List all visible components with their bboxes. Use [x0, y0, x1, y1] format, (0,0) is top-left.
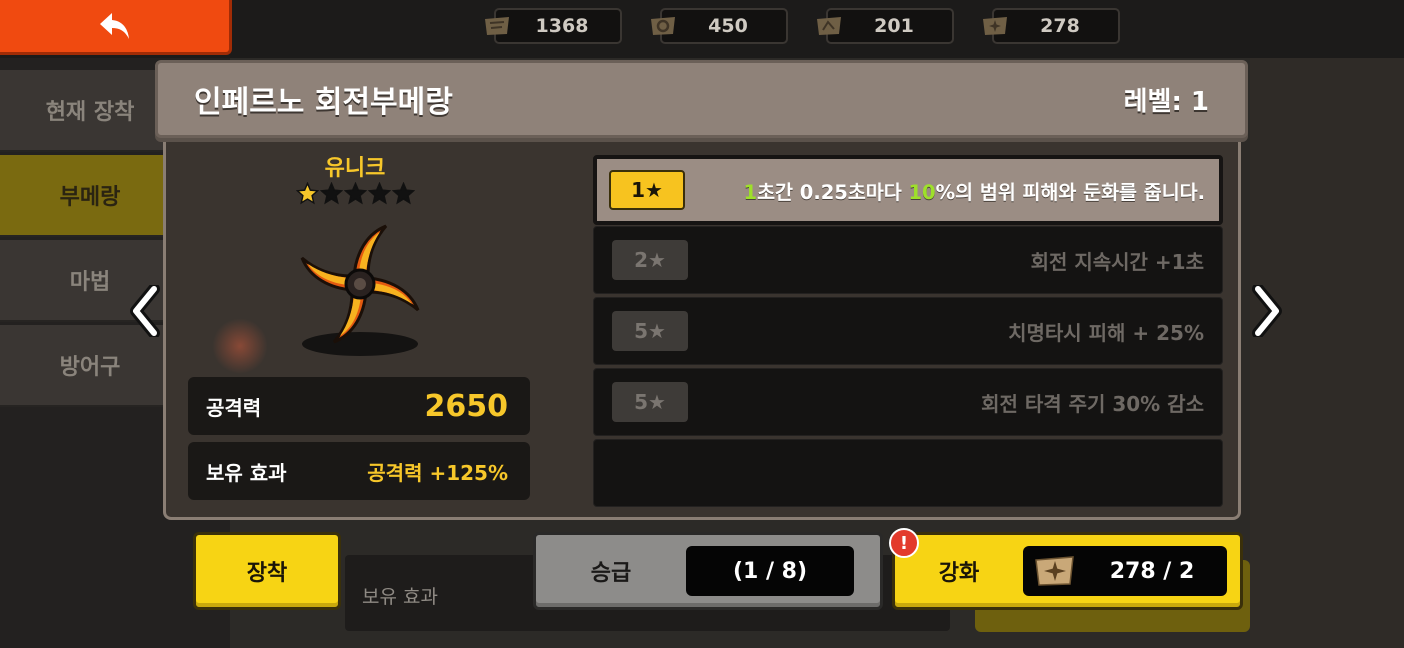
side-tab-label: 방어구 — [59, 355, 121, 380]
star-icon — [296, 182, 319, 205]
scroll-icon — [485, 17, 509, 35]
star-rating — [296, 182, 415, 205]
ability-star-badge: 1★ — [609, 170, 685, 210]
equip-label: 장착 — [246, 561, 288, 586]
enhance-cost-text: 278 / 2 — [1109, 558, 1195, 584]
side-tab-label: 마법 — [69, 270, 111, 295]
ability-description: 회전 지속시간 +1초 — [1030, 249, 1204, 274]
ability-row-empty — [593, 439, 1223, 507]
resource-scroll: 1368 — [485, 8, 622, 44]
enhance-label: 강화 — [938, 561, 980, 586]
side-tab-label: 현재 장착 — [45, 100, 135, 125]
ability-duration: 1 — [743, 180, 758, 204]
promote-label: 승급 — [590, 561, 632, 586]
enhance-cost: 278 / 2 — [1023, 546, 1227, 596]
popup-header: 인페르노 회전부메랑 레벨: 1 — [155, 60, 1248, 138]
resource-boomerang-scroll: 278 — [983, 8, 1120, 44]
item-level: 레벨: 1 — [1123, 86, 1209, 117]
star-icon — [320, 182, 343, 205]
ability-row: 2★ 회전 지속시간 +1초 — [593, 226, 1223, 294]
ability-row: 5★ 회전 타격 주기 30% 감소 — [593, 368, 1223, 436]
rarity-label: 유니크 — [324, 156, 386, 181]
next-item-arrow-icon[interactable] — [1250, 285, 1284, 337]
inferno-boomerang-icon — [300, 224, 420, 356]
item-title: 인페르노 회전부메랑 — [194, 85, 453, 120]
side-tab-armor[interactable]: 방어구 — [0, 325, 180, 407]
promote-button[interactable]: 승급 (1 / 8) — [533, 532, 883, 610]
ability-star-badge: 2★ — [612, 240, 688, 280]
ability-row: 1★ 1초간 0.25초마다 10%의 범위 피해와 둔화를 줍니다. — [593, 155, 1223, 225]
star-icon — [392, 182, 415, 205]
side-tab-boomerang[interactable]: 부메랑 — [0, 155, 180, 237]
hold-effect-label: 보유 효과 — [206, 460, 287, 485]
resource-value: 1368 — [535, 15, 589, 37]
hold-effect-value: 공격력 +125% — [367, 460, 508, 485]
star-icon — [368, 182, 391, 205]
hold-effect-stat: 보유 효과 공격력 +125% — [188, 442, 530, 500]
glow-effect — [212, 318, 268, 374]
ability-description: 치명타시 피해 + 25% — [1008, 320, 1204, 345]
resource-ring: 450 — [651, 8, 788, 44]
prev-item-arrow-icon[interactable] — [128, 285, 162, 337]
resource-value: 201 — [874, 15, 914, 37]
alert-icon: ! — [889, 528, 919, 558]
map-icon — [817, 17, 841, 35]
side-tab-current-equipment[interactable]: 현재 장착 — [0, 70, 180, 152]
ability-text: %의 범위 피해와 둔화를 줍니다. — [935, 180, 1205, 204]
ability-text: 초간 0.25초마다 — [757, 180, 909, 204]
star-icon — [344, 182, 367, 205]
boomerang-scroll-icon — [983, 17, 1007, 35]
attack-value: 2650 — [424, 388, 509, 424]
boomerang-scroll-icon — [1035, 556, 1074, 586]
ability-description: 회전 타격 주기 30% 감소 — [981, 391, 1204, 416]
ring-icon — [651, 17, 675, 35]
equip-button[interactable]: 장착 — [193, 532, 341, 610]
attack-stat: 공격력 2650 — [188, 377, 530, 435]
enhance-button[interactable]: 강화 278 / 2 — [892, 532, 1243, 610]
ability-star-badge: 5★ — [612, 311, 688, 351]
promote-progress: (1 / 8) — [686, 546, 854, 596]
side-tab-label: 부메랑 — [59, 185, 121, 210]
ability-description: 1초간 0.25초마다 10%의 범위 피해와 둔화를 줍니다. — [685, 176, 1219, 205]
attack-label: 공격력 — [206, 395, 262, 420]
right-panel-bg — [1250, 58, 1404, 648]
ability-row: 5★ 치명타시 피해 + 25% — [593, 297, 1223, 365]
background-hold-label: 보유 효과 — [362, 586, 438, 608]
back-button[interactable] — [0, 0, 232, 55]
resource-value: 278 — [1040, 15, 1080, 37]
ability-star-badge: 5★ — [612, 382, 688, 422]
back-arrow-icon — [99, 13, 129, 39]
resource-map: 201 — [817, 8, 954, 44]
resource-value: 450 — [708, 15, 748, 37]
ability-percent: 10 — [908, 180, 936, 204]
